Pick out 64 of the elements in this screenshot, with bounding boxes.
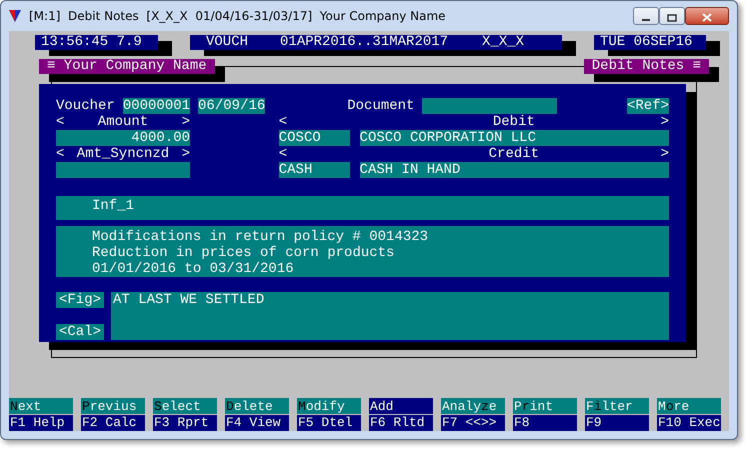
period-label: 01APR2016..31MAR2017: [280, 35, 448, 50]
function-key-label: F8: [513, 415, 577, 431]
bracket-mark: >: [660, 114, 669, 130]
company-code: X_X_X: [482, 35, 524, 50]
function-key-button[interactable]: Print: [513, 398, 577, 414]
bracket-mark: <: [56, 146, 64, 162]
voucher-number-field[interactable]: 00000001: [122, 98, 190, 114]
date-display: TUE 06SEP16: [594, 35, 706, 50]
column-header: Credit: [488, 146, 540, 162]
function-key-button[interactable]: Next: [9, 398, 73, 414]
function-key-button[interactable]: Delete: [225, 398, 289, 414]
function-key-label: F3 Rprt: [153, 415, 217, 431]
function-key-label: F9: [585, 415, 649, 431]
minimize-button[interactable]: [633, 7, 659, 25]
function-key-label: F4 View: [225, 415, 289, 431]
screen-title: Debit Notes ≡: [584, 59, 709, 74]
function-key-label: F2 Calc: [81, 415, 145, 431]
amount-field[interactable]: 4000.00: [56, 130, 190, 146]
column-header: Amt_Syncnzd: [76, 146, 170, 162]
account-code-field[interactable]: COSCO: [278, 130, 350, 146]
field-label: Document: [347, 98, 414, 114]
clock-display: 13:56:45 7.9: [35, 35, 158, 50]
amount-field[interactable]: [56, 162, 190, 178]
column-header: Amount: [98, 114, 148, 130]
window-title: [M:1] Debit Notes [X_X_X 01/04/16-31/03/17] Your Company Name: [29, 8, 447, 25]
bracket-mark: >: [182, 114, 190, 130]
memo-line: 01/01/2016 to 03/31/2016: [92, 261, 295, 277]
function-key-button[interactable]: Previus: [81, 398, 145, 414]
memo-line: Reduction in prices of corn products: [92, 245, 396, 261]
fig-button[interactable]: <Fig>: [56, 292, 104, 308]
function-key-button[interactable]: Analyze: [441, 398, 505, 414]
function-key-button[interactable]: More: [657, 398, 721, 414]
memo-line: Modifications in return policy # 0014323: [92, 229, 430, 245]
account-name-field[interactable]: CASH IN HAND: [360, 162, 669, 178]
close-button[interactable]: [685, 7, 729, 25]
field-label: Voucher: [56, 98, 115, 114]
bracket-mark: <: [278, 146, 288, 162]
mode-label: VOUCH: [206, 35, 248, 50]
cal-button[interactable]: <Cal>: [56, 324, 104, 340]
function-key-label: F6 Rltd: [369, 415, 433, 431]
function-key-label: F10 Exec: [657, 415, 721, 431]
bracket-mark: <: [278, 114, 288, 130]
app-icon: [9, 10, 21, 22]
function-key-button[interactable]: Filter: [585, 398, 649, 414]
column-header: Debit: [492, 114, 535, 130]
maximize-button[interactable]: [659, 7, 685, 25]
bracket-mark: >: [660, 146, 669, 162]
bracket-mark: >: [182, 146, 190, 162]
function-key-button[interactable]: Modify: [297, 398, 361, 414]
function-key-button[interactable]: Select: [153, 398, 217, 414]
close-icon: [702, 13, 712, 22]
ref-button[interactable]: <Ref>: [626, 98, 669, 114]
function-key-label: F5 Dtel: [297, 415, 361, 431]
maximize-icon: [667, 14, 677, 22]
bracket-mark: <: [56, 114, 64, 130]
document-field[interactable]: [422, 98, 558, 114]
company-title: ≡ Your Company Name: [39, 59, 215, 74]
function-key-label: F1 Help: [9, 415, 73, 431]
section-label: Inf_1: [92, 198, 134, 214]
function-key-button[interactable]: Add: [369, 398, 433, 414]
function-key-label: F7 <<>>: [441, 415, 505, 431]
account-code-field[interactable]: CASH: [278, 162, 350, 178]
voucher-date-field[interactable]: 06/09/16: [198, 98, 266, 114]
account-name-field[interactable]: COSCO CORPORATION LLC: [360, 130, 669, 146]
